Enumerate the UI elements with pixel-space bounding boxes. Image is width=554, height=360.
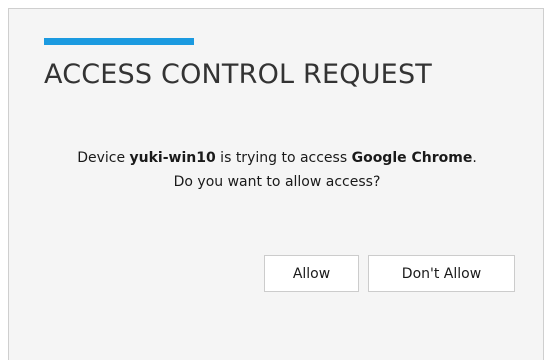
message-middle: is trying to access [215, 150, 352, 166]
message-prefix: Device [77, 150, 130, 166]
message-question: Do you want to allow access? [173, 174, 381, 190]
device-name: yuki-win10 [129, 150, 216, 166]
message-suffix: . [472, 150, 477, 166]
dont-allow-button[interactable]: Don't Allow [368, 255, 515, 292]
access-control-dialog: ACCESS CONTROL REQUEST Device yuki-win10… [8, 8, 544, 360]
accent-bar [44, 38, 194, 45]
request-message: Device yuki-win10 is trying to access Go… [9, 146, 545, 194]
allow-button[interactable]: Allow [264, 255, 359, 292]
app-name: Google Chrome [351, 150, 473, 166]
dialog-title: ACCESS CONTROL REQUEST [44, 59, 432, 90]
